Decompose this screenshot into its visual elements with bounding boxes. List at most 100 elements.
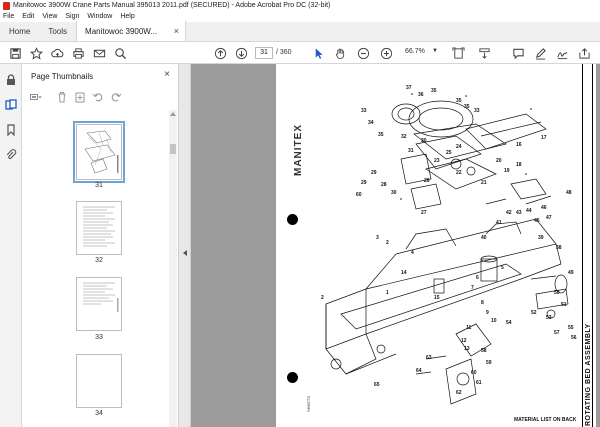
tab-document[interactable]: Manitowoc 3900W... × [76, 21, 187, 41]
close-panel-icon[interactable]: × [164, 69, 170, 80]
panel-splitter[interactable] [179, 64, 191, 427]
highlight-pen-icon[interactable] [533, 46, 547, 60]
scrollbar-thumb[interactable] [170, 144, 176, 154]
document-view[interactable]: MANITEX ROTATING BED ASSEMBLY MATERIAL L… [191, 64, 600, 427]
svg-text:1: 1 [386, 290, 389, 296]
page-total-label: / 360 [276, 49, 292, 56]
page-border [582, 64, 583, 427]
upload-cloud-icon[interactable] [50, 46, 64, 60]
svg-text:30: 30 [421, 138, 427, 144]
undo-icon[interactable] [92, 91, 104, 103]
bookmark-star-icon[interactable] [29, 46, 43, 60]
svg-text:29: 29 [361, 180, 367, 186]
share-icon[interactable] [577, 46, 591, 60]
svg-text:60: 60 [471, 370, 477, 376]
page-thumbnails-icon[interactable] [5, 99, 17, 111]
email-icon[interactable] [92, 46, 106, 60]
svg-text:33: 33 [361, 108, 367, 114]
page-thumbnail-34[interactable] [76, 354, 122, 408]
svg-text:40: 40 [481, 235, 487, 241]
svg-text:41: 41 [496, 220, 502, 226]
svg-text:47: 47 [546, 215, 552, 221]
save-icon[interactable] [8, 46, 22, 60]
zoom-in-icon[interactable] [379, 46, 393, 60]
comment-icon[interactable] [511, 46, 525, 60]
insert-page-icon[interactable] [74, 91, 86, 103]
select-cursor-icon[interactable] [311, 46, 325, 60]
svg-text:56: 56 [571, 335, 577, 341]
svg-text:31: 31 [408, 148, 414, 154]
print-icon[interactable] [71, 46, 85, 60]
svg-text:7: 7 [471, 285, 474, 291]
zoom-dropdown-icon[interactable]: ▼ [432, 48, 438, 54]
rotating-bed-assembly-drawing: 373635 333433 3535 35 3230 312928 302960 … [321, 85, 577, 405]
page-down-icon[interactable] [234, 46, 248, 60]
drawing-caption: ROTATING BED ASSEMBLY [585, 323, 592, 426]
redo-icon[interactable] [110, 91, 122, 103]
zoom-level-field[interactable]: 66.7% [405, 48, 425, 55]
hand-tool-icon[interactable] [333, 46, 347, 60]
scroll-up-arrow-icon[interactable] [170, 112, 176, 116]
menu-sign[interactable]: Sign [65, 13, 79, 20]
panel-toolbar [30, 89, 122, 105]
svg-text:55: 55 [568, 325, 574, 331]
tab-tools[interactable]: Tools [39, 21, 76, 41]
svg-text:50: 50 [554, 290, 560, 296]
svg-text:35: 35 [431, 88, 437, 94]
svg-text:29: 29 [371, 170, 377, 176]
close-tab-icon[interactable]: × [174, 26, 179, 36]
svg-text:20: 20 [496, 158, 502, 164]
svg-text:36: 36 [418, 92, 424, 98]
menu-help[interactable]: Help [120, 13, 134, 20]
collapse-panel-arrow-icon[interactable] [183, 250, 187, 256]
svg-text:34: 34 [368, 120, 374, 126]
svg-text:44: 44 [526, 208, 532, 214]
page-up-icon[interactable] [213, 46, 227, 60]
thumbnail-scrollbar[interactable] [169, 110, 177, 427]
svg-text:11: 11 [466, 325, 472, 331]
thumbnail-options-icon[interactable] [30, 91, 42, 103]
lock-icon[interactable] [5, 74, 17, 86]
pdf-page: MANITEX ROTATING BED ASSEMBLY MATERIAL L… [276, 64, 596, 427]
menu-file[interactable]: File [3, 13, 14, 20]
page-fit-icon[interactable] [451, 46, 465, 60]
menu-edit[interactable]: Edit [22, 13, 34, 20]
attachments-icon[interactable] [5, 149, 17, 161]
thumbnail-label-33: 33 [95, 334, 103, 341]
svg-text:13: 13 [464, 346, 470, 352]
zoom-out-icon[interactable] [356, 46, 370, 60]
svg-text:17: 17 [541, 135, 547, 141]
svg-text:33: 33 [474, 108, 480, 114]
svg-text:46: 46 [541, 205, 547, 211]
delete-page-icon[interactable] [56, 91, 68, 103]
menu-window[interactable]: Window [87, 13, 112, 20]
sign-icon[interactable] [555, 46, 569, 60]
svg-text:38: 38 [556, 245, 562, 251]
svg-text:64: 64 [416, 368, 422, 374]
bookmarks-icon[interactable] [5, 124, 17, 136]
page-thumbnail-31[interactable] [73, 121, 125, 183]
tab-home[interactable]: Home [0, 21, 39, 41]
main-toolbar: 31 / 360 66.7% ▼ [0, 42, 600, 64]
scroll-mode-icon[interactable] [477, 46, 491, 60]
svg-text:4: 4 [411, 250, 414, 256]
menu-view[interactable]: View [42, 13, 57, 20]
svg-text:28: 28 [381, 182, 387, 188]
search-icon[interactable] [113, 46, 127, 60]
svg-text:59: 59 [486, 360, 492, 366]
page-number-input[interactable]: 31 [255, 47, 273, 59]
svg-text:63: 63 [426, 355, 432, 361]
svg-text:52: 52 [531, 310, 537, 316]
svg-text:39: 39 [538, 235, 544, 241]
punch-hole [287, 372, 298, 383]
svg-text:48: 48 [566, 190, 572, 196]
svg-text:61: 61 [476, 380, 482, 386]
thumbnail-label-34: 34 [95, 410, 103, 417]
svg-text:49: 49 [568, 270, 574, 276]
page-thumbnail-32[interactable] [76, 201, 122, 255]
svg-text:45: 45 [534, 218, 540, 224]
page-thumbnail-33[interactable] [76, 277, 122, 331]
page-thumbnails-panel: Page Thumbnails × 31 32 33 34 [22, 64, 179, 427]
svg-text:58: 58 [481, 348, 487, 354]
svg-text:35: 35 [378, 132, 384, 138]
